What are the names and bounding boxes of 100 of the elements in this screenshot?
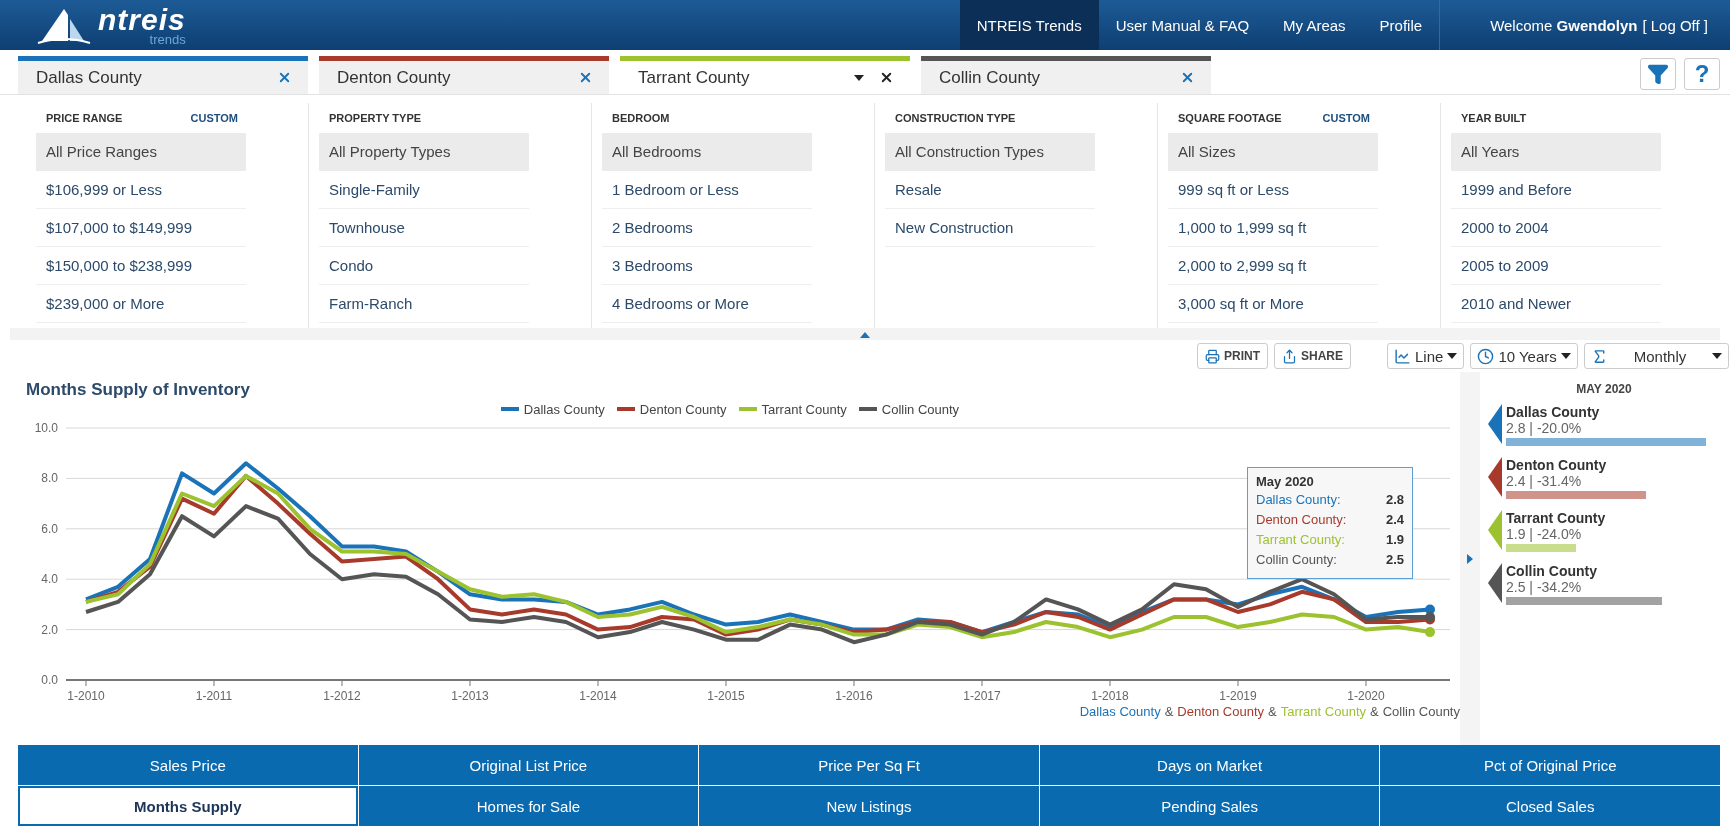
summary-reading: 2.4 | -31.4% [1506,473,1583,489]
filter-option[interactable]: 4 Bedrooms or More [602,285,812,323]
metric-tab[interactable]: Pct of Original Price [1380,745,1720,785]
filter-option[interactable]: $107,000 to $149,999 [36,209,246,247]
metric-tab[interactable]: Pending Sales [1039,786,1380,826]
filter-option[interactable]: 3 Bedrooms [602,247,812,285]
county-tab[interactable]: Dallas County [18,56,308,94]
filter-option[interactable]: $150,000 to $238,999 [36,247,246,285]
filter-option[interactable]: All Sizes [1168,133,1378,171]
filter-icon [1647,63,1669,85]
welcome-text: Welcome Gwendolyn [1490,16,1638,34]
summary-reading: 2.8 | -20.0% [1506,420,1583,436]
footnote-text: Collin County [1382,704,1460,719]
custom-link[interactable]: CUSTOM [1322,112,1370,124]
filter-option[interactable]: 1999 and Before [1451,171,1661,209]
print-icon [1205,348,1220,364]
chart-title: Months Supply of Inventory [26,379,251,400]
filter-option[interactable]: New Construction [885,209,1095,247]
metric-tab[interactable]: Homes for Sale [358,786,699,826]
expand-icon[interactable] [1467,553,1473,564]
filter-option[interactable]: All Construction Types [885,133,1095,171]
filter-button[interactable] [1640,58,1676,90]
axis-label: 1-2017 [963,689,1001,703]
filter-heading: CONSTRUCTION TYPE [895,112,1016,124]
axis-label: 8.0 [41,471,58,486]
summary-name: Collin County [1506,563,1598,579]
summary-reading: 1.9 | -24.0% [1506,526,1583,542]
metric-tab[interactable]: Price Per Sq Ft [699,745,1039,785]
custom-link[interactable]: CUSTOM [190,112,238,124]
filter-option[interactable]: $239,000 or More [36,285,246,323]
logo-text: ntreis [98,4,186,35]
county-tab[interactable]: Collin County [921,56,1211,94]
summary-title: MAY 2020 [1575,382,1633,396]
county-tab[interactable]: Denton County [319,56,609,94]
filter-option[interactable]: 2,000 to 2,999 sq ft [1168,247,1378,285]
filter-option[interactable]: 1 Bedroom or Less [602,171,812,209]
metric-tab[interactable]: Original List Price [358,745,699,785]
filter-option[interactable]: 2005 to 2009 [1451,247,1661,285]
filter-option[interactable]: 1,000 to 1,999 sq ft [1168,209,1378,247]
metric-tab[interactable]: Days on Market [1039,745,1380,785]
legend-swatch-icon [858,407,877,411]
footnote-text: & [1268,704,1277,719]
caret-icon[interactable] [1447,353,1458,359]
metric-tab[interactable]: Sales Price [18,745,358,785]
metric-tab[interactable]: New Listings [699,786,1039,826]
print-button[interactable]: PRINT [1197,343,1268,369]
filter-option[interactable]: Single-Family [319,171,529,209]
filter-option[interactable]: 3,000 sq ft or More [1168,285,1378,323]
filter-option[interactable]: 2 Bedrooms [602,209,812,247]
nav-link[interactable]: NTREIS Trends [959,0,1099,50]
help-button[interactable]: ? [1684,58,1720,90]
filter-option[interactable]: All Property Types [319,133,529,171]
collapse-icon[interactable] [860,332,870,338]
legend-item[interactable]: Denton County [616,400,727,418]
filter-option[interactable]: 2000 to 2004 [1451,209,1661,247]
metric-tab[interactable]: Months Supply [18,786,358,826]
chart-type-dropdown[interactable]: Line [1387,343,1465,369]
filter-heading: BEDROOM [612,112,670,124]
caret-icon[interactable] [1712,353,1723,359]
filter-option[interactable]: All Bedrooms [602,133,812,171]
axis-label: 1-2014 [579,689,617,703]
nav-link[interactable]: User Manual & FAQ [1098,0,1267,50]
filter-option[interactable]: Townhouse [319,209,529,247]
axis-label: 1-2013 [451,689,489,703]
filter-option[interactable]: All Price Ranges [36,133,246,171]
axis-label: 1-2015 [707,689,745,703]
filter-option[interactable]: All Years [1451,133,1661,171]
summary-name: Tarrant County [1506,510,1607,526]
period-dropdown[interactable]: 10 Years [1470,343,1578,369]
legend-item[interactable]: Dallas County [500,400,605,418]
footnote-text: & [1370,704,1379,719]
clock-icon [1477,347,1495,365]
axis-label: 1-2018 [1091,689,1129,703]
filter-heading: SQUARE FOOTAGE [1178,112,1282,124]
filter-option[interactable]: Resale [885,171,1095,209]
tooltip-label: Tarrant County: [1256,532,1345,549]
filter-option[interactable]: Farm-Ranch [319,285,529,323]
logoff-link[interactable]: [ Log Off ] [1642,16,1708,34]
line-chart-icon [1394,347,1411,365]
share-button[interactable]: SHARE [1274,343,1351,369]
legend-swatch-icon [616,407,635,411]
filter-option[interactable]: 2010 and Newer [1451,285,1661,323]
legend-item[interactable]: Tarrant County [738,400,847,418]
tooltip-value: 2.5 [1385,552,1404,569]
caret-icon[interactable] [853,73,865,82]
caret-icon[interactable] [1560,353,1571,359]
legend-swatch-icon [500,407,519,411]
interval-dropdown[interactable]: Monthly [1583,343,1730,369]
nav-link[interactable]: Profile [1362,0,1440,50]
filter-option[interactable]: Condo [319,247,529,285]
filter-heading: PRICE RANGE [46,112,123,124]
filter-option[interactable]: $106,999 or Less [36,171,246,209]
axis-label: 1-2020 [1347,689,1385,703]
close-icon[interactable] [879,70,894,85]
metric-tab[interactable]: Closed Sales [1380,786,1720,826]
legend-item[interactable]: Collin County [858,400,960,418]
summary-reading: 2.5 | -34.2% [1506,579,1583,595]
axis-label: 6.0 [41,521,58,536]
filter-option[interactable]: 999 sq ft or Less [1168,171,1378,209]
nav-link[interactable]: My Areas [1266,0,1363,50]
